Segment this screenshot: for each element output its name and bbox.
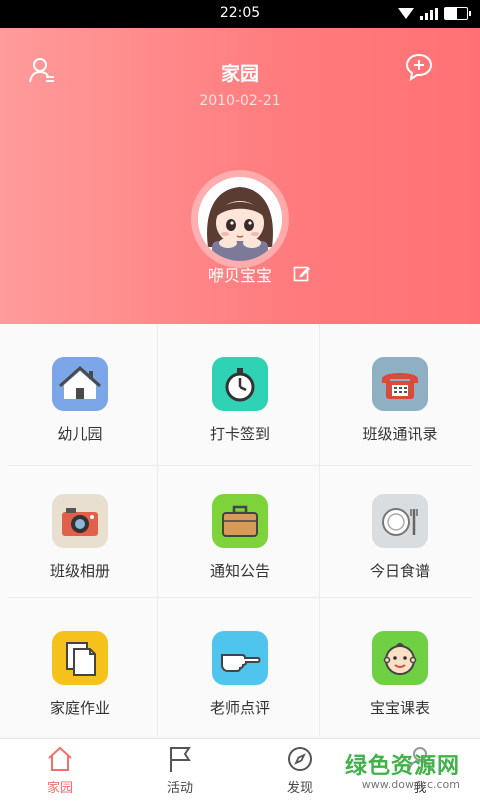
baby-face-icon (372, 631, 428, 685)
grid-item-kindergarten[interactable]: 幼儿园 (0, 324, 160, 461)
system-icons (398, 7, 471, 20)
battery-icon (444, 7, 471, 20)
home-icon (46, 745, 74, 773)
flag-icon (166, 745, 194, 773)
status-bar: 22:05 (0, 0, 480, 28)
grid-item-label: 家庭作业 (49, 699, 110, 717)
stopwatch-icon (212, 357, 268, 411)
watermark-url: www.downcc.com (361, 778, 460, 791)
tab-home[interactable]: 家园 (0, 739, 120, 801)
pointing-hand-icon (212, 631, 268, 685)
camera-icon (52, 494, 108, 548)
grid-item-label: 今日食谱 (369, 562, 430, 580)
avatar[interactable] (198, 177, 282, 261)
feature-grid: 幼儿园 打卡签到 班级通讯录 班级相册 通知公告 今日食谱 家庭作业 老师点评 … (0, 324, 480, 736)
grid-item-homework[interactable]: 家庭作业 (0, 598, 160, 735)
compass-icon (286, 745, 314, 773)
grid-item-label: 班级通讯录 (362, 425, 438, 443)
home-header: 家园 2010-02-21 咿贝宝宝 (0, 28, 480, 324)
grid-item-label: 宝宝课表 (369, 699, 430, 717)
tab-discover[interactable]: 发现 (240, 739, 360, 801)
avatar-ring (191, 170, 289, 268)
tab-activity[interactable]: 活动 (120, 739, 240, 801)
plate-icon (372, 494, 428, 548)
message-add-icon[interactable] (403, 52, 435, 84)
grid-item-schedule[interactable]: 宝宝课表 (320, 598, 480, 735)
grid-item-label: 打卡签到 (209, 425, 270, 443)
tab-label: 家园 (46, 781, 73, 796)
edit-icon[interactable] (293, 264, 311, 282)
grid-item-notices[interactable]: 通知公告 (160, 461, 320, 598)
header-date: 2010-02-21 (199, 93, 281, 109)
grid-item-label: 幼儿园 (57, 425, 103, 443)
watermark: 绿色资源网 www.downcc.com (345, 748, 460, 791)
grid-item-menu[interactable]: 今日食谱 (320, 461, 480, 598)
telephone-icon (372, 357, 428, 411)
grid-item-checkin[interactable]: 打卡签到 (160, 324, 320, 461)
profile-name: 咿贝宝宝 (207, 266, 272, 285)
documents-icon (52, 631, 108, 685)
grid-item-album[interactable]: 班级相册 (0, 461, 160, 598)
tab-label: 活动 (166, 781, 193, 796)
grid-item-contacts[interactable]: 班级通讯录 (320, 324, 480, 461)
grid-item-label: 班级相册 (49, 562, 110, 580)
signal-icon (420, 7, 438, 20)
watermark-title: 绿色资源网 (344, 754, 460, 779)
briefcase-icon (212, 494, 268, 548)
grid-item-teacher-review[interactable]: 老师点评 (160, 598, 320, 735)
tab-label: 发现 (286, 781, 313, 796)
grid-item-label: 老师点评 (209, 699, 270, 717)
wifi-icon (398, 8, 414, 19)
house-icon (52, 357, 108, 411)
grid-item-label: 通知公告 (209, 562, 270, 580)
